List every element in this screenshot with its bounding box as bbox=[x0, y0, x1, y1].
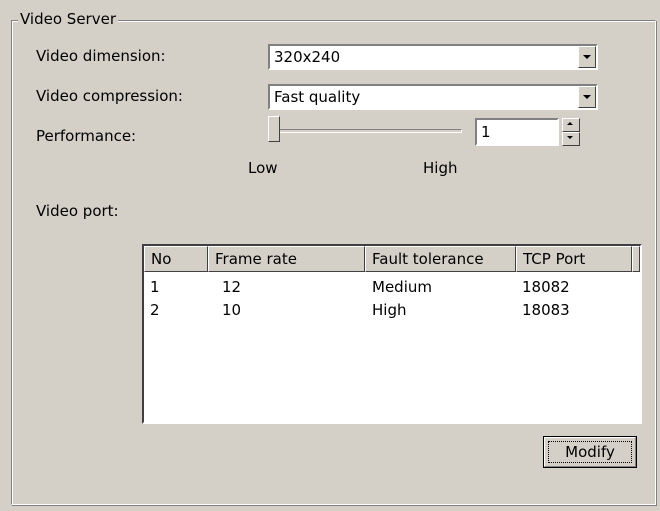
cell-tcp-port: 18083 bbox=[522, 301, 570, 319]
table-header: No Frame rate Fault tolerance TCP Port bbox=[144, 246, 640, 272]
slider-high-label: High bbox=[423, 159, 458, 177]
video-dimension-dropdown-button[interactable] bbox=[578, 46, 596, 68]
column-header-no[interactable]: No bbox=[144, 246, 208, 272]
video-dimension-value: 320x240 bbox=[274, 48, 341, 66]
cell-frame-rate: 12 bbox=[222, 278, 242, 296]
modify-button-label: Modify bbox=[548, 441, 632, 463]
modify-button[interactable]: Modify bbox=[543, 436, 637, 468]
performance-label: Performance: bbox=[36, 127, 137, 145]
video-compression-dropdown-button[interactable] bbox=[578, 86, 596, 108]
column-header-fault-tolerance[interactable]: Fault tolerance bbox=[365, 246, 516, 272]
spin-down-button[interactable] bbox=[562, 132, 580, 146]
table-row[interactable]: 1 12 Medium 18082 bbox=[144, 276, 640, 298]
video-compression-select[interactable]: Fast quality bbox=[268, 84, 598, 110]
column-header-filler bbox=[632, 246, 640, 272]
column-header-tcp-port[interactable]: TCP Port bbox=[516, 246, 632, 272]
cell-fault-tolerance: Medium bbox=[372, 278, 432, 296]
arrow-up-icon bbox=[567, 122, 573, 125]
performance-slider-track[interactable] bbox=[278, 129, 462, 133]
chevron-down-icon bbox=[583, 55, 591, 59]
cell-fault-tolerance: High bbox=[372, 301, 407, 319]
video-dimension-label: Video dimension: bbox=[36, 47, 166, 65]
performance-input[interactable]: 1 bbox=[475, 118, 559, 146]
slider-low-label: Low bbox=[248, 159, 278, 177]
column-header-frame-rate[interactable]: Frame rate bbox=[208, 246, 365, 272]
chevron-down-icon bbox=[583, 95, 591, 99]
video-compression-label: Video compression: bbox=[36, 87, 183, 105]
performance-value: 1 bbox=[481, 123, 491, 141]
cell-tcp-port: 18082 bbox=[522, 278, 570, 296]
video-dimension-select[interactable]: 320x240 bbox=[268, 44, 598, 70]
spin-up-button[interactable] bbox=[562, 118, 580, 132]
video-port-table[interactable]: No Frame rate Fault tolerance TCP Port 1… bbox=[142, 244, 642, 424]
table-row[interactable]: 2 10 High 18083 bbox=[144, 299, 640, 321]
video-port-label: Video port: bbox=[36, 202, 119, 220]
cell-no: 1 bbox=[150, 278, 160, 296]
cell-no: 2 bbox=[150, 301, 160, 319]
video-compression-value: Fast quality bbox=[274, 88, 361, 106]
group-title: Video Server bbox=[18, 10, 118, 28]
performance-spinner[interactable] bbox=[562, 118, 580, 146]
cell-frame-rate: 10 bbox=[222, 301, 242, 319]
performance-slider-thumb[interactable] bbox=[268, 116, 280, 142]
arrow-down-icon bbox=[567, 136, 573, 139]
